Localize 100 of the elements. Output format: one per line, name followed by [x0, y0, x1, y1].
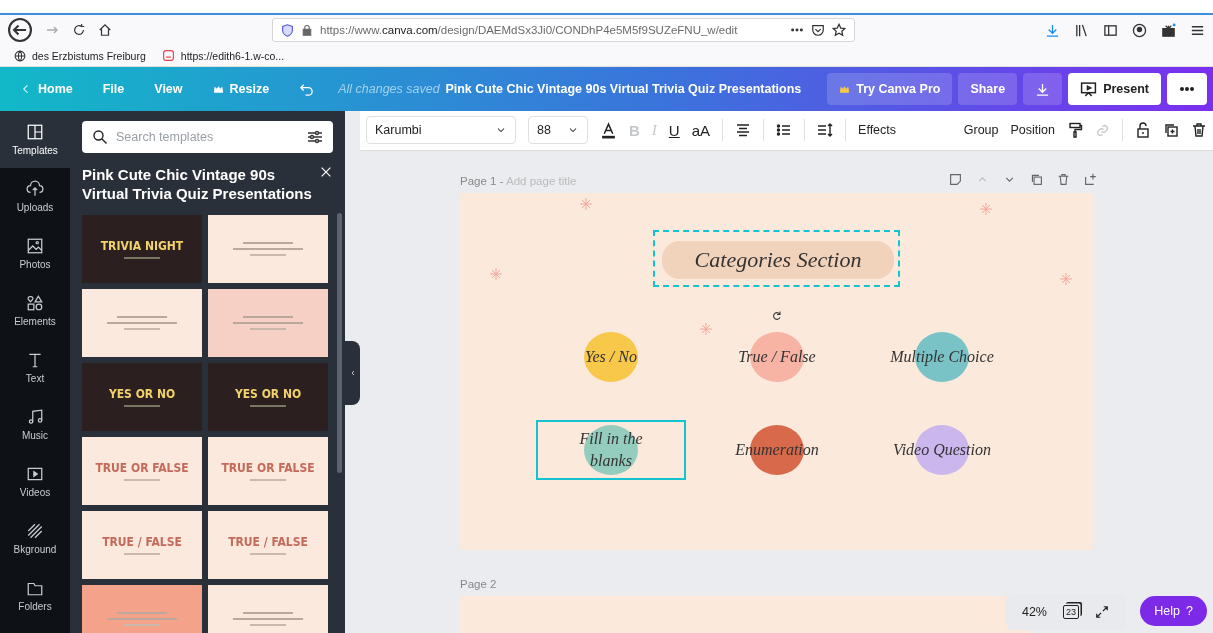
thumbnail-heading: YES OR NO	[108, 387, 176, 401]
save-status: All changes saved	[338, 82, 440, 96]
sidebar-tab[interactable]: Templates	[0, 111, 70, 168]
text-style-button[interactable]: aA	[691, 121, 711, 139]
account-icon[interactable]	[1132, 22, 1147, 38]
text-icon	[26, 351, 44, 369]
thumbnail-heading: TRUE OR FALSE	[95, 461, 189, 475]
reload-icon[interactable]	[72, 23, 86, 37]
sidebar-tab[interactable]: Uploads	[0, 168, 70, 225]
thumbnail-heading: YES OR NO	[234, 387, 302, 401]
note-icon[interactable]	[949, 173, 962, 186]
add-page-icon[interactable]	[1084, 173, 1097, 186]
template-thumbnail[interactable]: YES OR NO	[82, 363, 202, 431]
font-size-dropdown[interactable]: 88	[528, 116, 588, 145]
category-label[interactable]: Yes / No	[536, 326, 686, 387]
effects-button[interactable]: Effects	[858, 123, 897, 138]
sidebar-tab[interactable]: Photos	[0, 225, 70, 282]
slide-title[interactable]: Categories Section	[662, 240, 894, 279]
globe-icon[interactable]	[14, 49, 26, 62]
home-icon[interactable]	[98, 23, 112, 37]
sidebar-tab[interactable]: Folders	[0, 567, 70, 624]
page-count-button[interactable]: 23	[1063, 605, 1079, 619]
present-button[interactable]: Present	[1068, 73, 1161, 105]
paint-roller-icon[interactable]	[1067, 122, 1083, 139]
sidebar-tab[interactable]: Text	[0, 339, 70, 396]
font-dropdown[interactable]: Karumbi	[366, 116, 516, 145]
sparkle-icon	[980, 202, 992, 215]
category-label[interactable]: Video Question	[867, 419, 1017, 480]
pocket-icon[interactable]	[811, 23, 825, 37]
star-icon[interactable]	[832, 23, 846, 37]
zoom-level[interactable]: 42%	[1021, 605, 1047, 619]
sparkle-icon	[580, 197, 592, 210]
library-icon[interactable]	[1074, 22, 1089, 38]
template-thumbnail[interactable]	[208, 585, 328, 633]
lock-icon[interactable]	[301, 24, 313, 36]
share-button[interactable]: Share	[958, 73, 1018, 105]
sparkle-icon	[490, 267, 502, 280]
layout-icon	[26, 123, 44, 141]
sidebar-tab[interactable]: Bkground	[0, 510, 70, 567]
more-button[interactable]	[1167, 73, 1207, 105]
gift-icon[interactable]	[1161, 22, 1176, 38]
align-center-icon[interactable]	[735, 122, 752, 139]
rotate-icon[interactable]	[771, 309, 783, 322]
sparkle-icon	[700, 322, 712, 335]
shapes-icon	[26, 294, 44, 312]
image-icon	[26, 237, 44, 255]
sidebar-icon[interactable]	[1103, 22, 1118, 38]
trash-icon[interactable]	[1191, 122, 1207, 139]
lock-icon[interactable]	[1135, 122, 1151, 139]
template-thumbnail[interactable]: TRIVIA NIGHT	[82, 215, 202, 283]
template-thumbnail[interactable]	[82, 585, 202, 633]
video-icon	[26, 465, 44, 483]
hatch-icon	[26, 522, 44, 540]
template-thumbnail[interactable]: YES OR NO	[208, 363, 328, 431]
design-title[interactable]: Pink Cute Chic Vintage 90s Virtual Trivia Quiz Presentations	[445, 82, 802, 96]
cloud-upload-icon	[26, 180, 44, 198]
copy-icon[interactable]	[1030, 173, 1043, 186]
list-icon[interactable]	[776, 122, 793, 139]
thumbnail-heading: TRIVIA NIGHT	[100, 239, 184, 253]
help-button[interactable]: Help ?	[1140, 596, 1207, 626]
close-icon[interactable]	[319, 165, 333, 179]
text-color-icon[interactable]	[600, 121, 617, 139]
back-icon[interactable]	[8, 18, 32, 42]
sparkle-icon	[1060, 272, 1072, 285]
sidebar-tab[interactable]: Music	[0, 396, 70, 453]
download-icon[interactable]	[1045, 22, 1060, 38]
template-thumbnail[interactable]	[82, 289, 202, 357]
crown-icon[interactable]	[212, 83, 224, 95]
music-icon	[26, 408, 44, 426]
download-icon[interactable]	[1035, 81, 1051, 97]
thumbnail-heading: TRUE / FALSE	[228, 535, 308, 549]
bookmark-site-icon[interactable]	[161, 49, 175, 62]
filter-icon[interactable]	[307, 129, 323, 145]
shield-icon[interactable]	[281, 23, 294, 37]
fullscreen-icon[interactable]	[1095, 605, 1109, 619]
sidebar-tab[interactable]: Videos	[0, 453, 70, 510]
bookmark[interactable]: des Erzbistums Freiburg	[32, 49, 146, 62]
collapse-handle[interactable]	[345, 340, 360, 405]
scrollbar[interactable]	[337, 213, 342, 473]
page-label: Page 2	[460, 577, 498, 590]
search-icon[interactable]	[92, 129, 108, 145]
duplicate-icon[interactable]	[1163, 122, 1179, 139]
position-button[interactable]: Position	[1010, 123, 1055, 138]
text-style-button[interactable]: U	[668, 121, 680, 139]
template-thumbnail[interactable]	[208, 289, 328, 357]
bookmark[interactable]: https://edith6-1.w-co...	[180, 49, 285, 62]
page-label: Page 1 -	[460, 174, 504, 187]
template-thumbnail[interactable]	[208, 215, 328, 283]
presentation-icon[interactable]	[1080, 80, 1098, 98]
thumbnail-heading: TRUE / FALSE	[102, 535, 182, 549]
sidebar-tab[interactable]: Elements	[0, 282, 70, 339]
group-button[interactable]: Group	[963, 123, 999, 138]
try-pro-button[interactable]: Try Canva Pro	[827, 73, 953, 105]
panel-title: Pink Cute Chic Vintage 90s Virtual Trivia Quiz Presentations	[82, 165, 313, 203]
line-spacing-icon[interactable]	[817, 122, 834, 139]
download-button[interactable]	[1023, 73, 1063, 105]
selection-box[interactable]	[653, 229, 900, 287]
thumbnail-heading: TRUE OR FALSE	[221, 461, 315, 475]
category-label[interactable]: True / False	[702, 326, 852, 387]
address-bar[interactable]: https://www.canva.com/design/DAEMdSx3Ji0/CONDhP4e5M5f9SUZeFNU_w/edit	[272, 18, 855, 42]
